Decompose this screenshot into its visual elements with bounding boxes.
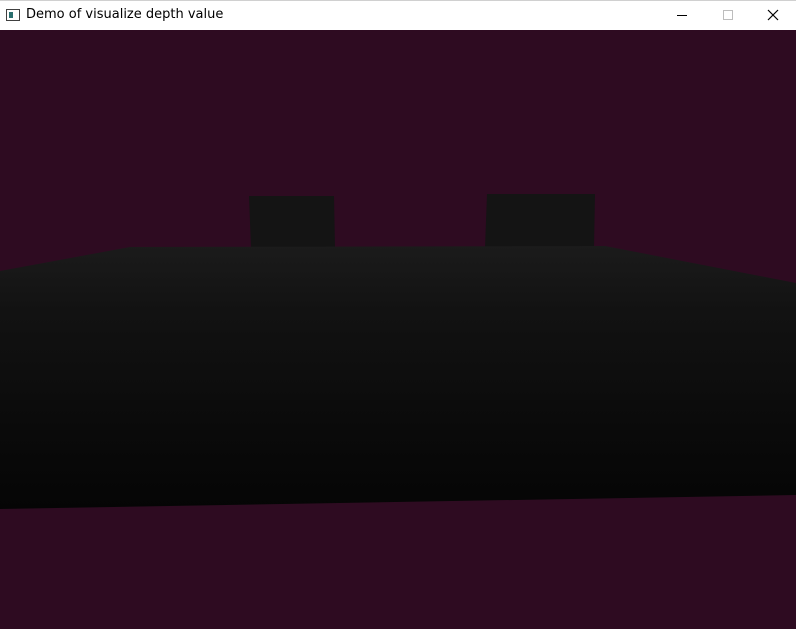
maximize-button[interactable]	[705, 1, 751, 30]
scene-canvas	[0, 194, 796, 509]
app-window-icon	[6, 9, 20, 21]
close-button[interactable]	[750, 1, 796, 30]
app-window: Demo of visualize depth value	[0, 0, 796, 629]
slab	[0, 246, 796, 509]
close-icon	[767, 9, 779, 21]
window-title: Demo of visualize depth value	[26, 7, 224, 22]
render-viewport[interactable]	[0, 30, 796, 629]
minimize-button[interactable]	[659, 1, 705, 30]
minimize-icon	[677, 15, 687, 16]
title-bar[interactable]: Demo of visualize depth value	[0, 0, 796, 30]
maximize-icon	[723, 10, 733, 20]
right-block	[485, 194, 595, 248]
left-block	[249, 196, 335, 248]
